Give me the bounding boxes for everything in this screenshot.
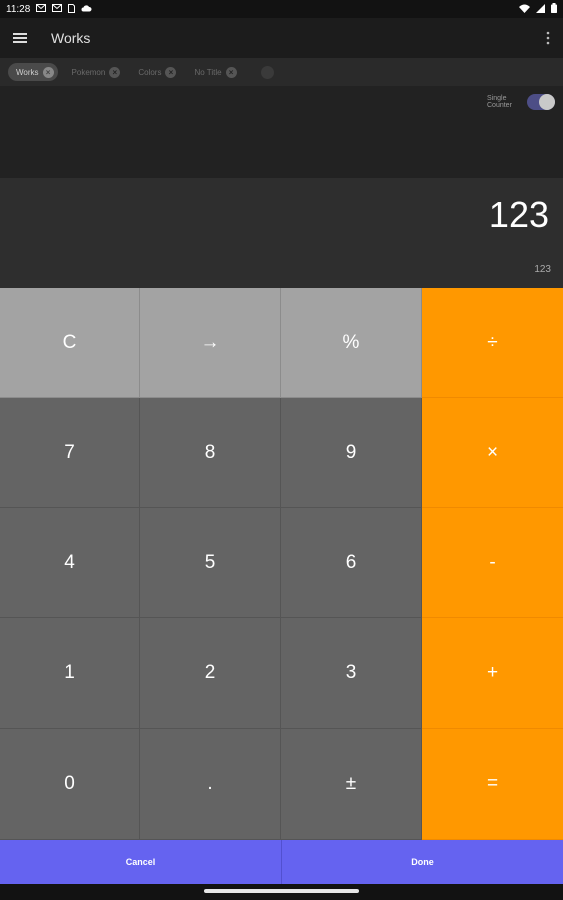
chip-no-title[interactable]: No Title × (186, 63, 240, 81)
digit-3-button[interactable]: 3 (281, 618, 422, 729)
equals-button[interactable]: = (422, 729, 563, 840)
sim-icon (68, 3, 76, 15)
status-left: 11:28 (6, 3, 92, 15)
cancel-button[interactable]: Cancel (0, 840, 281, 884)
counter-panel: Single Counter (0, 86, 563, 178)
home-gesture-handle[interactable] (204, 889, 359, 893)
navigation-bar (0, 884, 563, 900)
done-button[interactable]: Done (281, 840, 563, 884)
action-buttons: Cancel Done (0, 840, 563, 884)
close-icon[interactable]: × (109, 66, 121, 78)
digit-8-button[interactable]: 8 (140, 398, 281, 508)
chip-label: No Title (194, 67, 222, 77)
more-options-icon[interactable] (533, 18, 563, 58)
plus-minus-button[interactable]: ± (281, 729, 422, 840)
close-icon[interactable]: × (225, 66, 237, 78)
status-right (519, 3, 557, 15)
gmail-icon (52, 4, 63, 14)
chip-label: Works (16, 67, 39, 77)
digit-6-button[interactable]: 6 (281, 508, 422, 618)
digit-2-button[interactable]: 2 (140, 618, 281, 729)
chip-pokemon[interactable]: Pokemon × (64, 63, 125, 81)
single-counter-label-line1: Single (487, 95, 507, 102)
status-time: 11:28 (6, 3, 31, 15)
close-icon[interactable]: × (42, 66, 54, 78)
toggle-knob (539, 94, 555, 110)
digit-7-button[interactable]: 7 (0, 398, 140, 508)
digit-0-button[interactable]: 0 (0, 729, 140, 840)
add-chip-icon[interactable] (260, 65, 274, 79)
single-counter-toggle-group: Single Counter (487, 94, 555, 110)
display-value: 123 (488, 194, 549, 235)
cloud-icon (81, 4, 92, 14)
calculator-display: 123 123 (0, 178, 563, 288)
subtract-button[interactable]: - (422, 508, 563, 618)
digit-9-button[interactable]: 9 (281, 398, 422, 508)
close-icon[interactable]: × (165, 66, 177, 78)
backspace-button[interactable]: → (140, 288, 281, 398)
digit-5-button[interactable]: 5 (140, 508, 281, 618)
menu-icon[interactable] (2, 18, 38, 58)
signal-icon (536, 3, 545, 15)
gmail-icon (36, 4, 47, 14)
single-counter-toggle[interactable] (527, 94, 555, 110)
chip-works[interactable]: Works × (8, 63, 58, 81)
percent-button[interactable]: % (281, 288, 422, 398)
chip-label: Pokemon (71, 67, 106, 77)
single-counter-label-line2: Counter (487, 102, 512, 109)
add-button[interactable]: + (422, 618, 563, 729)
counter-tabs: Works × Pokemon × Colors × No Title × (0, 58, 563, 86)
wifi-icon (519, 4, 530, 15)
chip-label: Colors (138, 67, 162, 77)
display-sub-value: 123 (534, 264, 551, 275)
decimal-button[interactable]: . (140, 729, 281, 840)
digit-1-button[interactable]: 1 (0, 618, 140, 729)
single-counter-label: Single Counter (487, 95, 521, 109)
multiply-button[interactable]: × (422, 398, 563, 508)
page-title: Works (51, 30, 91, 46)
battery-icon (551, 3, 557, 15)
divide-button[interactable]: ÷ (422, 288, 563, 398)
clear-button[interactable]: C (0, 288, 140, 398)
digit-4-button[interactable]: 4 (0, 508, 140, 618)
chip-colors[interactable]: Colors × (130, 63, 180, 81)
app-bar: Works (0, 18, 563, 58)
keypad: C → % ÷ 7 8 9 × 4 5 6 - 1 2 3 + 0 . ± = (0, 288, 563, 840)
status-bar: 11:28 (0, 0, 563, 18)
